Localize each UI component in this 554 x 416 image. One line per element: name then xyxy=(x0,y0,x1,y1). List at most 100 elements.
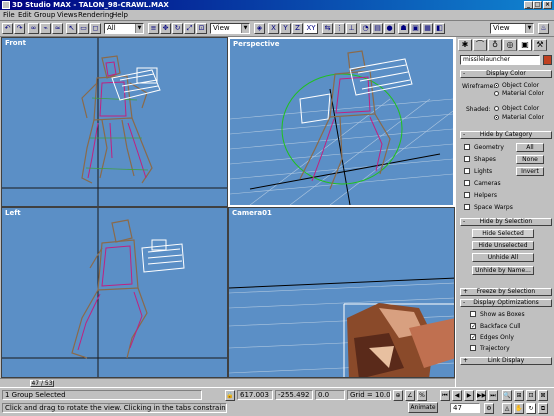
shaded-material-color-radio[interactable] xyxy=(494,115,499,120)
object-name-field[interactable]: missilelauncher xyxy=(460,55,540,65)
unhide-by-name-button[interactable]: Unhide by Name... xyxy=(472,266,534,275)
menu-file[interactable]: File xyxy=(3,11,15,20)
select-object-icon[interactable]: ↖ xyxy=(66,23,77,34)
render-view-dropdown[interactable]: View ▼ xyxy=(490,23,534,34)
viewport-perspective[interactable]: Perspective xyxy=(228,37,455,207)
modify-tab-icon[interactable]: ⌒ xyxy=(473,39,487,51)
hide-selected-button[interactable]: Hide Selected xyxy=(472,229,534,238)
wireframe-material-color-radio[interactable] xyxy=(494,91,499,96)
teapot-icon[interactable]: ♨ xyxy=(538,23,549,34)
array-icon[interactable]: ⋮ xyxy=(334,23,345,34)
align-icon[interactable]: ⊥ xyxy=(346,23,357,34)
restrict-x-icon[interactable]: X xyxy=(268,23,279,34)
display-tab-icon[interactable]: ▣ xyxy=(518,39,532,51)
goto-end-icon[interactable]: ⏭ xyxy=(488,390,498,401)
percent-snap-icon[interactable]: % xyxy=(417,390,427,401)
pivot-center-icon[interactable]: ◈ xyxy=(254,23,265,34)
time-slider[interactable]: 47 / 53 xyxy=(30,380,54,387)
viewport-left[interactable]: Left xyxy=(1,207,228,378)
category-lights-checkbox[interactable] xyxy=(464,168,470,174)
select-and-rotate-icon[interactable]: ↻ xyxy=(172,23,183,34)
viewport-front[interactable]: Front xyxy=(1,37,228,207)
shaded-object-color-radio[interactable] xyxy=(494,106,499,111)
render-type-icon[interactable]: ▦ xyxy=(422,23,433,34)
motion-tab-icon[interactable]: ◎ xyxy=(503,39,517,51)
selection-filter-dropdown[interactable]: All ▼ xyxy=(104,23,144,34)
next-frame-icon[interactable]: ▶▶ xyxy=(476,390,486,401)
edges-only-checkbox[interactable]: ✓ xyxy=(470,334,476,341)
non-uniform-scale-icon[interactable]: ⊡ xyxy=(196,23,207,34)
pan-icon[interactable]: ✋ xyxy=(514,403,524,414)
restrict-z-icon[interactable]: Z xyxy=(292,23,303,34)
menu-help[interactable]: Help xyxy=(112,11,128,20)
category-helpers-checkbox[interactable] xyxy=(464,192,470,198)
wireframe-object-color-radio[interactable] xyxy=(494,83,499,88)
track-view-icon[interactable]: ▤ xyxy=(372,23,383,34)
category-invert-button[interactable]: Invert xyxy=(516,167,544,176)
reference-coordinate-dropdown[interactable]: View ▼ xyxy=(210,23,250,34)
hierarchy-tab-icon[interactable]: ♁ xyxy=(488,39,502,51)
menu-rendering[interactable]: Rendering xyxy=(78,11,114,20)
category-none-button[interactable]: None xyxy=(516,155,544,164)
time-config-icon[interactable]: ⚙ xyxy=(484,403,494,414)
lock-selection-icon[interactable]: 🔒 xyxy=(225,390,235,401)
current-frame-field[interactable]: 47 xyxy=(450,403,480,413)
rollout-display-optimizations[interactable]: - Display Optimizations xyxy=(460,299,552,307)
menu-views[interactable]: Views xyxy=(57,11,77,20)
animate-button[interactable]: Animate xyxy=(408,402,438,413)
undo-icon[interactable]: ↶ xyxy=(2,23,13,34)
rollout-display-color[interactable]: - Display Color xyxy=(460,70,552,78)
redo-icon[interactable]: ↷ xyxy=(14,23,25,34)
select-and-move-icon[interactable]: ✥ xyxy=(160,23,171,34)
viewport-camera[interactable]: Camera01 xyxy=(228,207,455,378)
angle-snap-icon[interactable]: ∠ xyxy=(405,390,415,401)
minimize-button[interactable]: _ xyxy=(524,1,533,9)
unhide-all-button[interactable]: Unhide All xyxy=(472,253,534,262)
rollout-hide-by-category[interactable]: - Hide by Category xyxy=(460,131,552,139)
play-icon[interactable]: ▶ xyxy=(464,390,474,401)
rollout-freeze-by-selection[interactable]: + Freeze by Selection xyxy=(460,288,552,296)
field-of-view-icon[interactable]: ◬ xyxy=(502,403,512,414)
category-cameras-checkbox[interactable] xyxy=(464,180,470,186)
trajectory-checkbox[interactable] xyxy=(470,345,476,351)
select-by-name-icon[interactable]: ≡ xyxy=(148,23,159,34)
zoom-extents-icon[interactable]: ⊡ xyxy=(526,390,536,401)
snap-icon[interactable]: ⊕ xyxy=(393,390,403,401)
material-editor-icon[interactable]: ● xyxy=(384,23,395,34)
show-as-boxes-checkbox[interactable] xyxy=(470,311,476,317)
zoom-extents-all-icon[interactable]: ⊠ xyxy=(538,390,548,401)
min-max-toggle-icon[interactable]: ⧉ xyxy=(538,403,548,414)
close-button[interactable]: × xyxy=(543,1,552,9)
rollout-link-display[interactable]: + Link Display xyxy=(460,357,552,365)
arc-rotate-icon[interactable]: ↻ xyxy=(526,403,536,414)
coord-y[interactable]: -255.492 xyxy=(275,390,313,400)
restrict-xy-icon[interactable]: XY xyxy=(304,23,318,34)
utilities-tab-icon[interactable]: ⚒ xyxy=(533,39,547,51)
restrict-y-icon[interactable]: Y xyxy=(280,23,291,34)
select-by-region-icon[interactable]: ▭ xyxy=(78,23,89,34)
region-type-icon[interactable]: ◻ xyxy=(90,23,101,34)
bind-spacewarp-icon[interactable]: ≈ xyxy=(52,23,63,34)
prev-frame-icon[interactable]: ◀ xyxy=(452,390,462,401)
maximize-button[interactable]: □ xyxy=(533,1,542,9)
category-geometry-checkbox[interactable] xyxy=(464,144,470,150)
category-shapes-checkbox[interactable] xyxy=(464,156,470,162)
mirror-icon[interactable]: ⇆ xyxy=(322,23,333,34)
goto-start-icon[interactable]: ⏮ xyxy=(440,390,450,401)
link-icon[interactable]: ∞ xyxy=(28,23,39,34)
unlink-icon[interactable]: ⌁ xyxy=(40,23,51,34)
coord-x[interactable]: 617.003 xyxy=(237,390,273,400)
zoom-icon[interactable]: 🔍 xyxy=(502,390,512,401)
hide-unselected-button[interactable]: Hide Unselected xyxy=(472,241,534,250)
category-all-button[interactable]: All xyxy=(516,143,544,152)
render-last-icon[interactable]: ◧ xyxy=(434,23,445,34)
backface-cull-checkbox[interactable]: ✓ xyxy=(470,323,476,330)
menu-edit[interactable]: Edit xyxy=(18,11,32,20)
coord-z[interactable]: 0.0 xyxy=(315,390,345,400)
render-scene-icon[interactable]: ☗ xyxy=(398,23,409,34)
zoom-all-icon[interactable]: ⊞ xyxy=(514,390,524,401)
rollout-hide-by-selection[interactable]: - Hide by Selection xyxy=(460,218,552,226)
menu-group[interactable]: Group xyxy=(34,11,55,20)
select-and-scale-icon[interactable]: ⤢ xyxy=(184,23,195,34)
category-space-warps-checkbox[interactable] xyxy=(464,204,470,210)
